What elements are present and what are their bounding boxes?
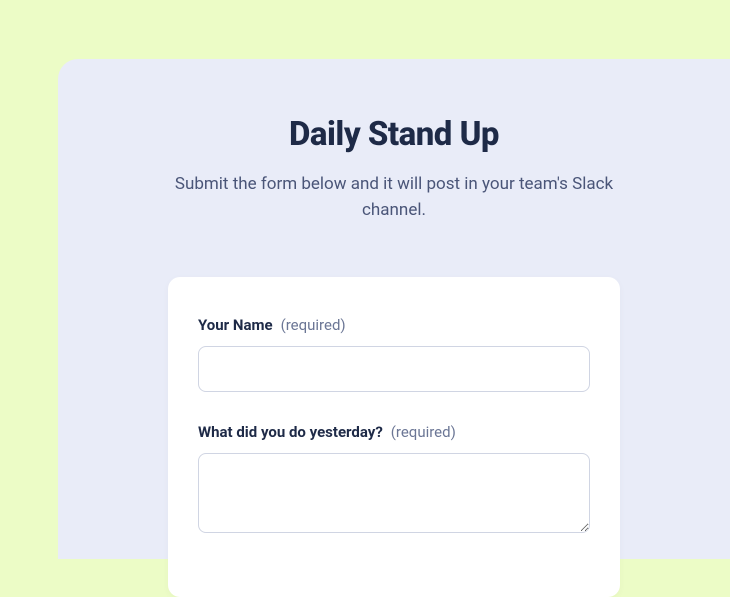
yesterday-field-label: What did you do yesterday? xyxy=(198,423,383,441)
form-title: Daily Stand Up xyxy=(118,115,670,154)
name-input[interactable] xyxy=(198,346,590,392)
name-field-label: Your Name xyxy=(198,316,273,334)
form-card: Your Name (required) What did you do yes… xyxy=(168,277,620,597)
field-group-yesterday: What did you do yesterday? (required) xyxy=(198,422,590,537)
field-group-name: Your Name (required) xyxy=(198,315,590,392)
yesterday-required-text: (required) xyxy=(391,423,456,441)
field-label-row: What did you do yesterday? (required) xyxy=(198,422,590,441)
form-subtitle: Submit the form below and it will post i… xyxy=(159,172,629,223)
form-panel: Daily Stand Up Submit the form below and… xyxy=(58,59,730,559)
yesterday-textarea[interactable] xyxy=(198,453,590,533)
form-header: Daily Stand Up Submit the form below and… xyxy=(118,115,670,223)
field-label-row: Your Name (required) xyxy=(198,315,590,334)
name-required-text: (required) xyxy=(281,316,346,334)
